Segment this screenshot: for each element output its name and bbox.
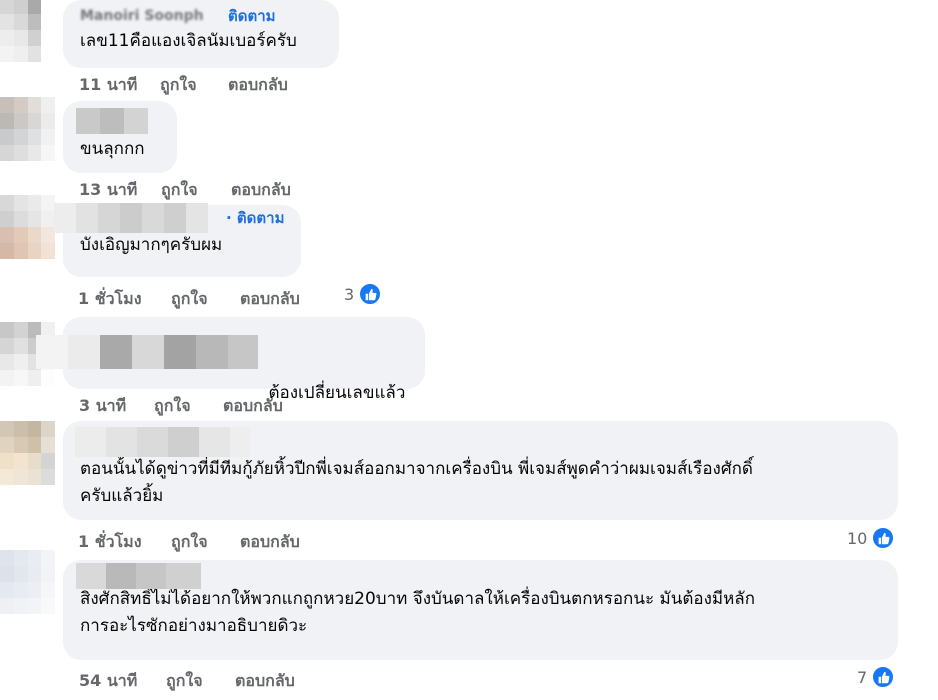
avatar[interactable]	[0, 97, 55, 161]
like-link[interactable]: ถูกใจ	[171, 530, 240, 555]
reaction-count-number: 7	[857, 667, 868, 687]
comment-text: บังเอิญมากๆครับผม	[80, 235, 223, 255]
reaction-count[interactable]: 3	[344, 282, 383, 306]
comment-time[interactable]: 54 นาที	[79, 669, 166, 694]
like-link[interactable]: ถูกใจ	[166, 669, 235, 694]
comment-text: เลข11คือแองเจิลนัมเบอร์ครับ	[80, 31, 297, 51]
author-name[interactable]	[54, 203, 208, 233]
comment-actions: 11 นาที ถูกใจ ตอบกลับ	[79, 73, 288, 98]
follow-link[interactable]: ติดตาม	[228, 6, 276, 27]
thumbs-up-icon	[871, 526, 896, 550]
comment-actions: 3 นาที ถูกใจ ตอบกลับ	[79, 394, 283, 419]
comment-text: สิ่งศักสิทธิ์ไม่ได้อยากให้พวกแกถูกหวย20บ…	[80, 589, 756, 636]
comment-time[interactable]: 3 นาที	[79, 394, 154, 419]
comment-time[interactable]: 1 ชั่วโมง	[78, 287, 171, 312]
thumbs-up-icon	[871, 665, 896, 689]
reaction-count[interactable]: 7	[857, 665, 896, 689]
comment-text: ตอนนั้นได้ดูข่าวที่มีทีมกู้ภัยหิ้วปีกพี่…	[80, 459, 753, 506]
author-row	[75, 427, 882, 457]
reply-link[interactable]: ตอบกลับ	[240, 530, 300, 555]
author-name[interactable]: Manoiri Soonph	[80, 6, 204, 27]
comment-bubble: Manoiri Soonph ติดตาม เลข11คือแองเจิลนัม…	[63, 0, 339, 68]
author-name[interactable]	[36, 335, 258, 369]
comment-bubble: สิ่งศักสิทธิ์ไม่ได้อยากให้พวกแกถูกหวย20บ…	[63, 560, 898, 660]
comment-bubble: · ติดตาม บังเอิญมากๆครับผม	[54, 203, 301, 277]
avatar[interactable]	[0, 550, 55, 614]
avatar[interactable]	[0, 421, 55, 485]
avatar[interactable]	[0, 0, 55, 62]
comment-time[interactable]: 13 นาที	[79, 178, 161, 203]
reply-link[interactable]: ตอบกลับ	[240, 287, 300, 312]
like-link[interactable]: ถูกใจ	[160, 73, 228, 98]
follow-link[interactable]: · ติดตาม	[226, 208, 284, 229]
reaction-count[interactable]: 10	[847, 526, 896, 550]
comment-bubble: ต้องเปลี่ยนเลขแล้ว	[36, 317, 425, 403]
like-link[interactable]: ถูกใจ	[171, 287, 240, 312]
reaction-count-number: 10	[847, 528, 868, 548]
comment-actions: 1 ชั่วโมง ถูกใจ ตอบกลับ	[78, 287, 300, 312]
author-name[interactable]	[75, 427, 250, 457]
thumbs-up-icon	[358, 282, 383, 306]
reply-link[interactable]: ตอบกลับ	[223, 394, 283, 419]
reply-link[interactable]: ตอบกลับ	[235, 669, 295, 694]
author-row	[76, 108, 161, 134]
reply-link[interactable]: ตอบกลับ	[228, 73, 288, 98]
author-row: Manoiri Soonph ติดตาม	[80, 6, 323, 29]
comment-actions: 1 ชั่วโมง ถูกใจ ตอบกลับ	[78, 530, 300, 555]
comment-actions: 54 นาที ถูกใจ ตอบกลับ	[79, 669, 295, 694]
comment-time[interactable]: 1 ชั่วโมง	[78, 530, 171, 555]
reply-link[interactable]: ตอบกลับ	[231, 178, 291, 203]
comment-bubble: ขนลุกกก	[63, 101, 177, 173]
author-row	[76, 563, 882, 589]
comment-text: ขนลุกกก	[80, 139, 145, 159]
like-link[interactable]: ถูกใจ	[161, 178, 231, 203]
author-row	[36, 325, 409, 369]
like-link[interactable]: ถูกใจ	[154, 394, 223, 419]
comment-time[interactable]: 11 นาที	[79, 73, 160, 98]
comment-text-content: ต้องเปลี่ยนเลขแล้ว	[268, 383, 406, 403]
reaction-count-number: 3	[344, 284, 355, 304]
author-name[interactable]	[76, 108, 148, 134]
author-row: · ติดตาม	[54, 203, 285, 234]
comment-bubble: ตอนนั้นได้ดูข่าวที่มีทีมกู้ภัยหิ้วปีกพี่…	[63, 421, 898, 520]
author-name[interactable]	[76, 563, 201, 589]
comment-actions: 13 นาที ถูกใจ ตอบกลับ	[79, 178, 291, 203]
avatar[interactable]	[0, 195, 55, 259]
